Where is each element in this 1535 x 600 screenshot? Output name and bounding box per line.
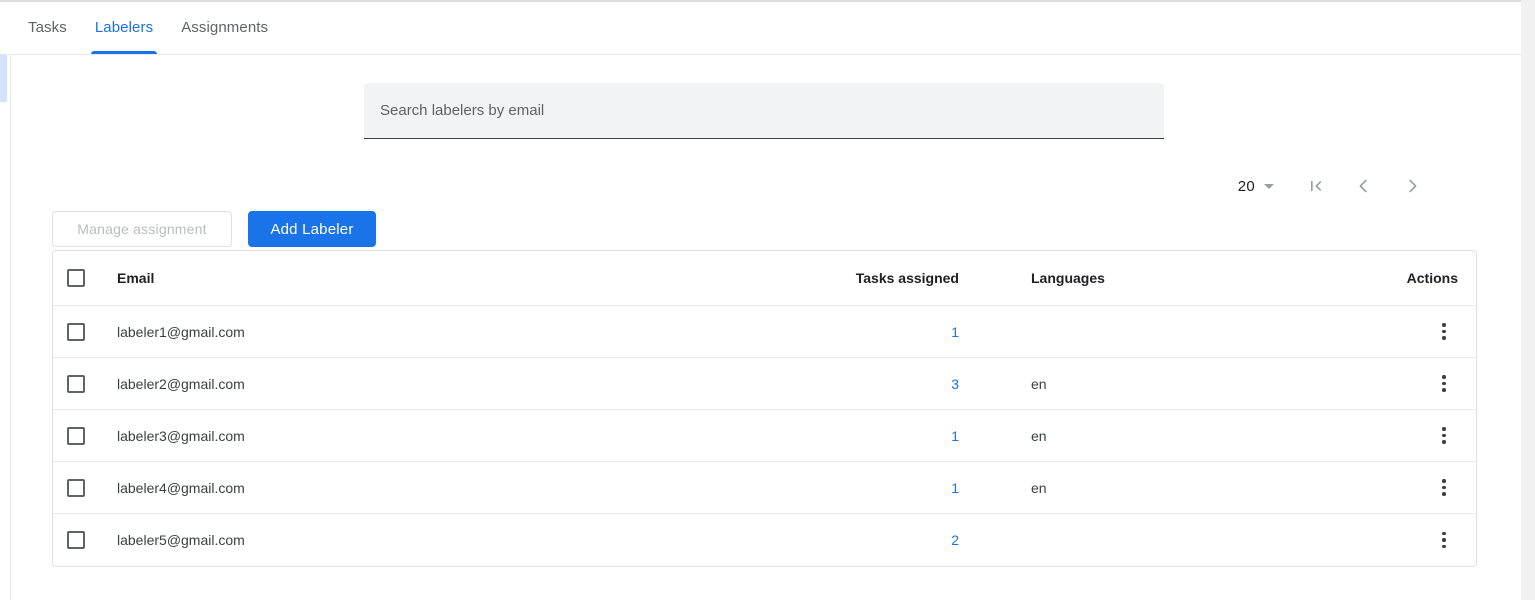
- manage-assignment-button[interactable]: Manage assignment: [52, 211, 232, 247]
- cell-actions: [1257, 318, 1458, 346]
- main-content: 20: [11, 55, 1521, 600]
- row-menu-icon[interactable]: [1430, 370, 1458, 398]
- table-row[interactable]: labeler3@gmail.com 1 en: [53, 410, 1476, 462]
- first-page-button[interactable]: [1296, 166, 1336, 206]
- row-select-cell: [67, 531, 117, 549]
- paginator: 20: [1238, 166, 1432, 206]
- row-menu-icon[interactable]: [1430, 422, 1458, 450]
- tasks-assigned-link[interactable]: 1: [951, 480, 959, 496]
- search-input[interactable]: [364, 83, 1164, 139]
- cell-actions: [1257, 474, 1458, 502]
- chevron-down-icon: [1264, 184, 1274, 189]
- manage-assignment-label: Manage assignment: [77, 221, 206, 237]
- select-all-cell: [67, 269, 117, 287]
- tasks-assigned-link[interactable]: 2: [951, 532, 959, 548]
- row-select-cell: [67, 479, 117, 497]
- table-row[interactable]: labeler1@gmail.com 1: [53, 306, 1476, 358]
- row-select-cell: [67, 427, 117, 445]
- cell-email: labeler1@gmail.com: [117, 324, 827, 340]
- row-checkbox[interactable]: [67, 375, 85, 393]
- row-select-cell: [67, 323, 117, 341]
- cell-actions: [1257, 526, 1458, 554]
- cell-languages: en: [967, 480, 1257, 496]
- page-size-selector[interactable]: 20: [1238, 178, 1274, 195]
- search-field-wrapper: [364, 83, 1164, 139]
- select-all-checkbox[interactable]: [67, 269, 85, 287]
- column-header-actions: Actions: [1257, 270, 1458, 286]
- first-page-icon: [1306, 176, 1326, 196]
- cell-tasks-assigned: 1: [827, 428, 967, 444]
- action-button-row: Manage assignment Add Labeler: [52, 211, 376, 247]
- cell-languages: en: [967, 428, 1257, 444]
- previous-page-button[interactable]: [1344, 166, 1384, 206]
- column-header-email: Email: [117, 270, 827, 286]
- cell-tasks-assigned: 2: [827, 532, 967, 548]
- add-labeler-label: Add Labeler: [270, 221, 353, 238]
- row-menu-icon[interactable]: [1430, 474, 1458, 502]
- labelers-table: Email Tasks assigned Languages Actions l…: [52, 250, 1477, 567]
- row-checkbox[interactable]: [67, 323, 85, 341]
- cell-tasks-assigned: 1: [827, 324, 967, 340]
- vertical-scrollbar[interactable]: [1521, 0, 1535, 600]
- tab-labelers[interactable]: Labelers: [81, 1, 167, 54]
- column-header-languages: Languages: [967, 270, 1257, 286]
- tasks-assigned-link[interactable]: 3: [951, 376, 959, 392]
- row-checkbox[interactable]: [67, 531, 85, 549]
- tab-assignments-label: Assignments: [181, 19, 268, 36]
- cell-actions: [1257, 370, 1458, 398]
- table-row[interactable]: labeler4@gmail.com 1 en: [53, 462, 1476, 514]
- row-select-cell: [67, 375, 117, 393]
- cell-email: labeler4@gmail.com: [117, 480, 827, 496]
- page-size-value: 20: [1238, 178, 1255, 195]
- row-checkbox[interactable]: [67, 479, 85, 497]
- column-header-tasks-assigned: Tasks assigned: [827, 270, 967, 286]
- next-page-button[interactable]: [1392, 166, 1432, 206]
- table-header-row: Email Tasks assigned Languages Actions: [53, 251, 1476, 306]
- cell-tasks-assigned: 1: [827, 480, 967, 496]
- tasks-assigned-link[interactable]: 1: [951, 428, 959, 444]
- cell-email: labeler5@gmail.com: [117, 532, 827, 548]
- tab-tasks[interactable]: Tasks: [14, 1, 81, 54]
- row-menu-icon[interactable]: [1430, 318, 1458, 346]
- row-menu-icon[interactable]: [1430, 526, 1458, 554]
- tab-labelers-label: Labelers: [95, 19, 153, 36]
- chevron-left-icon: [1353, 175, 1375, 197]
- sidebar-rail: [0, 55, 11, 600]
- table-row[interactable]: labeler5@gmail.com 2: [53, 514, 1476, 566]
- sidebar-active-indicator: [0, 55, 7, 102]
- chevron-right-icon: [1401, 175, 1423, 197]
- tab-bar: Tasks Labelers Assignments: [0, 0, 1521, 55]
- cell-actions: [1257, 422, 1458, 450]
- tasks-assigned-link[interactable]: 1: [951, 324, 959, 340]
- tab-tasks-label: Tasks: [28, 19, 67, 36]
- row-checkbox[interactable]: [67, 427, 85, 445]
- cell-tasks-assigned: 3: [827, 376, 967, 392]
- cell-languages: en: [967, 376, 1257, 392]
- tab-assignments[interactable]: Assignments: [167, 1, 282, 54]
- add-labeler-button[interactable]: Add Labeler: [248, 211, 376, 247]
- cell-email: labeler2@gmail.com: [117, 376, 827, 392]
- table-row[interactable]: labeler2@gmail.com 3 en: [53, 358, 1476, 410]
- cell-email: labeler3@gmail.com: [117, 428, 827, 444]
